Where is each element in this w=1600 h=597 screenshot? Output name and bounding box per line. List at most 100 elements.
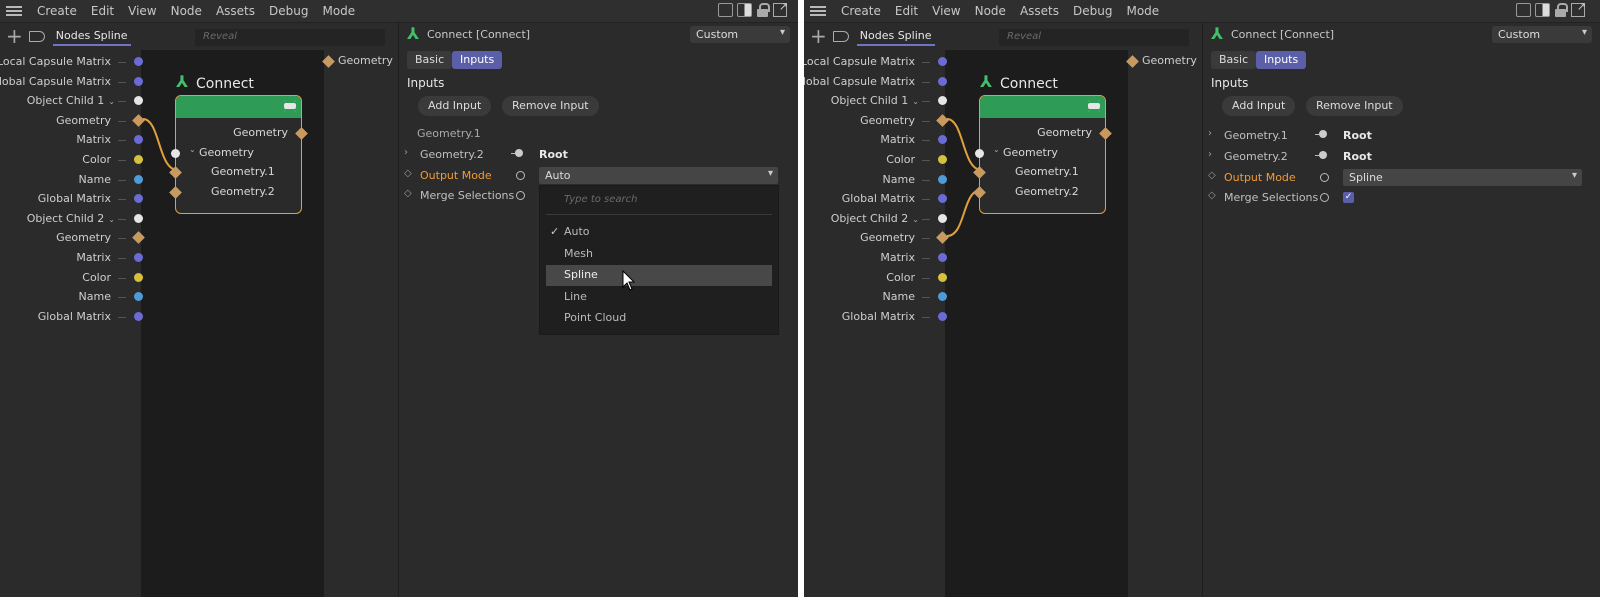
dropdown-search-input[interactable]: Type to search xyxy=(564,194,638,205)
tag-icon[interactable] xyxy=(28,30,45,42)
chevron-down-icon[interactable]: ⌄ xyxy=(189,145,196,154)
tab-basic[interactable]: Basic xyxy=(407,51,453,69)
tab-nodes-spline[interactable]: Nodes Spline xyxy=(52,27,131,46)
menu-edit[interactable]: Edit xyxy=(888,4,925,18)
port-dot[interactable] xyxy=(938,311,947,321)
merge-selections-checkbox[interactable]: ✓ xyxy=(1343,192,1354,203)
row-output-mode[interactable]: ◇ Output Mode Spline xyxy=(1203,169,1593,187)
menu-view[interactable]: View xyxy=(925,4,967,18)
port-diamond[interactable] xyxy=(132,113,145,127)
port-dot[interactable] xyxy=(134,253,143,262)
output-geometry-port[interactable] xyxy=(1126,55,1139,68)
add-input-button[interactable]: Add Input xyxy=(418,96,492,116)
link-icon[interactable] xyxy=(1315,151,1327,159)
remove-input-button[interactable]: Remove Input xyxy=(1306,96,1403,116)
link-icon[interactable] xyxy=(511,149,523,157)
port-dot[interactable] xyxy=(938,272,947,282)
popout-icon[interactable] xyxy=(1571,0,1586,17)
port-dot[interactable] xyxy=(134,194,143,204)
output-mode-select[interactable]: Spline xyxy=(1343,169,1582,186)
chevron-down-icon[interactable]: ⌄ xyxy=(993,145,1000,154)
row-merge-selections[interactable]: ◇ Merge Selections ✓ xyxy=(1203,189,1593,207)
hamburger-icon[interactable] xyxy=(6,6,22,16)
node-input-group-port[interactable] xyxy=(171,149,180,158)
port-dot[interactable] xyxy=(938,213,947,223)
port-dot[interactable] xyxy=(938,96,947,106)
port-dot[interactable] xyxy=(134,135,143,145)
port-dot[interactable] xyxy=(134,292,143,302)
layout-right-icon[interactable] xyxy=(1535,3,1550,17)
output-geometry-port[interactable] xyxy=(322,55,335,68)
port-dot[interactable] xyxy=(938,292,947,302)
port-dot[interactable] xyxy=(134,213,143,223)
tab-inputs[interactable]: Inputs xyxy=(452,51,503,69)
port-dot[interactable] xyxy=(134,272,143,282)
menu-debug[interactable]: Debug xyxy=(262,4,315,18)
dropdown-item[interactable]: Spline xyxy=(546,265,772,286)
dropdown-item[interactable]: Line xyxy=(546,287,772,308)
connect-node[interactable]: Geometry ⌄ Geometry Geometry.1 Geometry.… xyxy=(169,95,308,214)
port-dot[interactable] xyxy=(134,76,143,86)
chevron-down-icon[interactable]: ⌄ xyxy=(912,97,919,106)
menu-create[interactable]: Create xyxy=(30,4,84,18)
port-dot[interactable] xyxy=(134,57,143,66)
chevron-down-icon[interactable]: ⌄ xyxy=(912,215,919,224)
port-dot[interactable] xyxy=(938,135,947,145)
port-dot[interactable] xyxy=(938,57,947,66)
node-menu-icon[interactable] xyxy=(284,100,296,112)
port-dot[interactable] xyxy=(134,174,143,184)
lock-icon[interactable] xyxy=(756,3,770,17)
port-toggle-icon[interactable] xyxy=(1320,193,1329,202)
port-diamond[interactable] xyxy=(132,231,145,245)
menu-debug[interactable]: Debug xyxy=(1066,4,1119,18)
output-mode-select[interactable]: Auto xyxy=(539,167,778,184)
keyframe-icon[interactable]: ◇ xyxy=(1208,170,1216,181)
port-toggle-icon[interactable] xyxy=(516,191,525,200)
tag-icon[interactable] xyxy=(832,30,849,42)
port-toggle-icon[interactable] xyxy=(1320,173,1329,182)
port-dot[interactable] xyxy=(938,174,947,184)
layout-left-icon[interactable] xyxy=(1516,3,1531,17)
row-geometry-2[interactable]: › Geometry.2 Root xyxy=(399,146,789,164)
link-icon[interactable] xyxy=(1315,130,1327,138)
reveal-input[interactable]: Reveal xyxy=(999,29,1189,46)
chevron-down-icon[interactable]: ⌄ xyxy=(108,215,115,224)
menu-assets[interactable]: Assets xyxy=(1013,4,1066,18)
port-dot[interactable] xyxy=(938,76,947,86)
chevron-down-icon[interactable]: ⌄ xyxy=(108,97,115,106)
chevron-right-icon[interactable]: › xyxy=(1208,149,1212,160)
menu-assets[interactable]: Assets xyxy=(209,4,262,18)
layout-select[interactable]: Custom xyxy=(1492,26,1592,43)
keyframe-icon[interactable]: ◇ xyxy=(404,188,412,199)
port-dot[interactable] xyxy=(938,194,947,204)
port-dot[interactable] xyxy=(134,96,143,106)
add-icon[interactable]: + xyxy=(6,26,23,46)
row-output-mode[interactable]: ◇ Output Mode Auto xyxy=(399,167,789,185)
popout-icon[interactable] xyxy=(773,0,788,17)
chevron-right-icon[interactable]: › xyxy=(404,147,408,158)
row-geometry-2[interactable]: › Geometry.2 Root xyxy=(1203,148,1593,166)
chevron-right-icon[interactable]: › xyxy=(1208,128,1212,139)
row-geometry-1[interactable]: Geometry.1 xyxy=(399,125,789,143)
tab-nodes-spline[interactable]: Nodes Spline xyxy=(856,27,935,46)
layout-select[interactable]: Custom xyxy=(690,26,790,43)
lock-icon[interactable] xyxy=(1554,3,1568,17)
layout-right-icon[interactable] xyxy=(737,3,752,17)
menu-node[interactable]: Node xyxy=(968,4,1013,18)
port-diamond[interactable] xyxy=(936,231,949,245)
add-icon[interactable]: + xyxy=(810,26,827,46)
tab-inputs[interactable]: Inputs xyxy=(1256,51,1307,69)
menu-node[interactable]: Node xyxy=(164,4,209,18)
keyframe-icon[interactable]: ◇ xyxy=(404,168,412,179)
port-dot[interactable] xyxy=(938,253,947,262)
node-input-group-port[interactable] xyxy=(975,149,984,158)
dropdown-item[interactable]: Point Cloud xyxy=(546,308,772,329)
keyframe-icon[interactable]: ◇ xyxy=(1208,190,1216,201)
port-dot[interactable] xyxy=(938,155,947,164)
port-diamond[interactable] xyxy=(936,113,949,127)
port-dot[interactable] xyxy=(134,311,143,321)
reveal-input[interactable]: Reveal xyxy=(195,29,385,46)
dropdown-item[interactable]: Mesh xyxy=(546,244,772,265)
port-dot[interactable] xyxy=(134,155,143,164)
add-input-button[interactable]: Add Input xyxy=(1222,96,1296,116)
